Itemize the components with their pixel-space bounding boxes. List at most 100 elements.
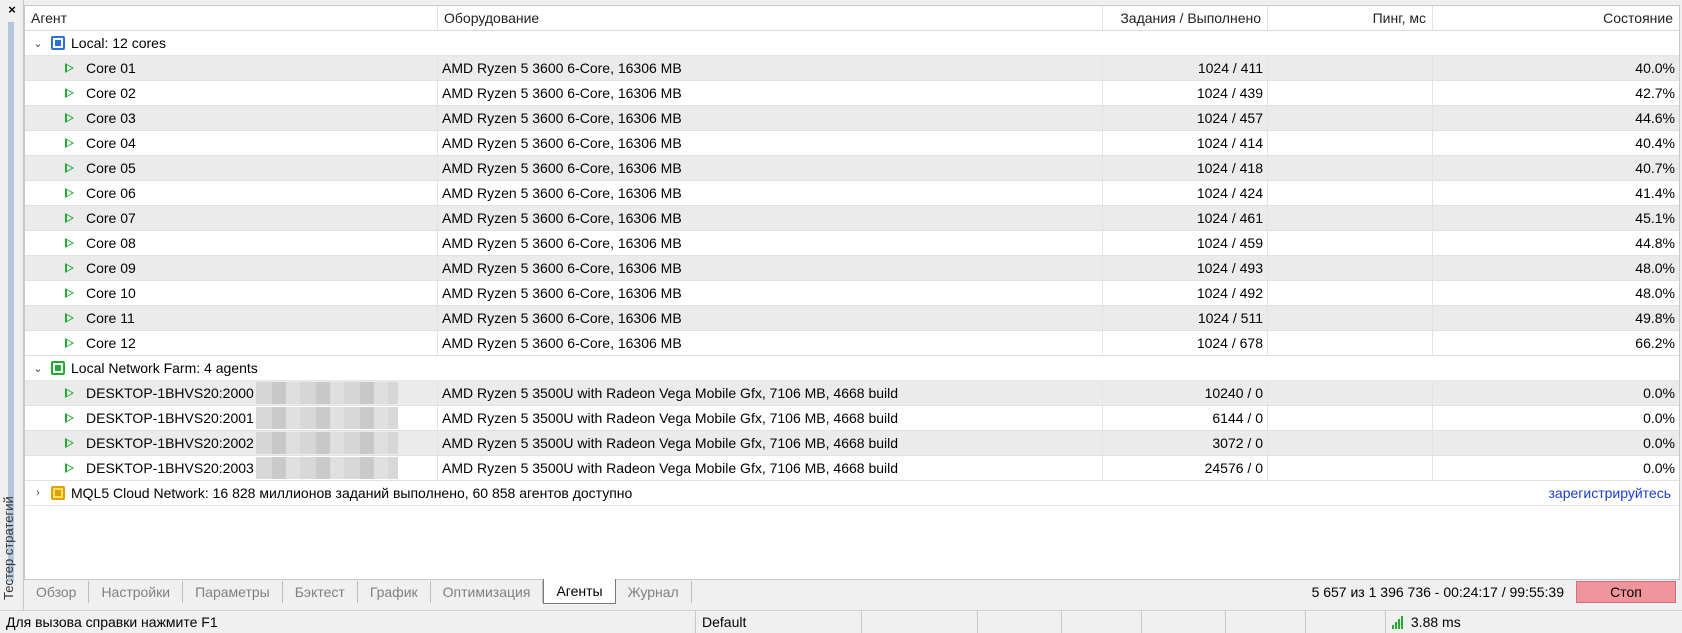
tab-3[interactable]: Бэктест [283,581,358,603]
hardware-cell: AMD Ryzen 5 3600 6-Core, 16306 MB [438,106,1103,130]
tab-7[interactable]: Журнал [616,581,692,603]
agent-name: Core 11 [86,310,135,326]
table-row[interactable]: Core 12 AMD Ryzen 5 3600 6-Core, 16306 MB… [25,331,1679,356]
redacted-area [255,407,398,429]
agent-cell: Core 02 [25,81,438,105]
play-icon [65,188,74,198]
column-header-state[interactable]: Состояние [1433,6,1679,30]
hardware-cell: AMD Ryzen 5 3500U with Radeon Vega Mobil… [438,456,1103,480]
tab-1[interactable]: Настройки [89,581,184,603]
table-row[interactable]: DESKTOP-1BHVS20:2003 AMD Ryzen 5 3500U wi… [25,456,1679,481]
play-icon [65,63,74,73]
ping-cell [1268,206,1433,230]
group-local[interactable]: ⌄ Local: 12 cores [25,31,1679,56]
tab-5[interactable]: Оптимизация [431,581,544,603]
agent-cell: DESKTOP-1BHVS20:2000 [25,381,438,405]
tab-2[interactable]: Параметры [183,581,283,603]
play-icon [65,113,74,123]
ping-cell [1268,231,1433,255]
agent-cell: DESKTOP-1BHVS20:2002 [25,431,438,455]
tasks-cell: 1024 / 411 [1103,56,1268,80]
agent-name: DESKTOP-1BHVS20:2003 [86,460,254,476]
hardware-cell: AMD Ryzen 5 3500U with Radeon Vega Mobil… [438,381,1103,405]
table-row[interactable]: Core 05 AMD Ryzen 5 3600 6-Core, 16306 MB… [25,156,1679,181]
play-icon [65,338,74,348]
chevron-right-icon[interactable]: › [31,487,45,499]
network-farm-icon [51,361,65,375]
panel-title: Тестер стратегий [1,496,16,600]
agent-name: Core 09 [86,260,136,276]
state-cell: 49.8% [1635,310,1675,326]
tasks-cell: 1024 / 511 [1103,306,1268,330]
farm-rows: DESKTOP-1BHVS20:2000 AMD Ryzen 5 3500U wi… [25,381,1679,481]
agent-cell: Core 07 [25,206,438,230]
table-row[interactable]: Core 09 AMD Ryzen 5 3600 6-Core, 16306 MB… [25,256,1679,281]
agent-cell: Core 01 [25,56,438,80]
play-icon [65,263,74,273]
table-row[interactable]: DESKTOP-1BHVS20:2001 AMD Ryzen 5 3500U wi… [25,406,1679,431]
play-icon [65,438,74,448]
close-icon[interactable]: × [4,2,20,18]
state-cell: 40.4% [1635,135,1675,151]
column-header-ping[interactable]: Пинг, мс [1268,6,1433,30]
table-row[interactable]: Core 04 AMD Ryzen 5 3600 6-Core, 16306 MB… [25,131,1679,156]
table-row[interactable]: Core 11 AMD Ryzen 5 3600 6-Core, 16306 MB… [25,306,1679,331]
status-connection[interactable]: 3.88 ms [1386,611,1682,633]
column-header-hardware[interactable]: Оборудование [438,6,1103,30]
hardware-cell: AMD Ryzen 5 3600 6-Core, 16306 MB [438,56,1103,80]
status-cell-empty-6 [1306,611,1386,633]
state-cell: 66.2% [1635,335,1675,351]
tester-tabs: Обзор Настройки Параметры Бэктест График Опти… [24,578,1680,604]
tasks-cell: 24576 / 0 [1103,456,1268,480]
table-row[interactable]: DESKTOP-1BHVS20:2002 AMD Ryzen 5 3500U wi… [25,431,1679,456]
status-cell-empty-5 [1226,611,1306,633]
agent-name: Core 03 [86,110,136,126]
ping-cell [1268,56,1433,80]
tab-0[interactable]: Обзор [24,581,90,603]
status-cell-empty-1 [862,611,978,633]
play-icon [65,238,74,248]
hardware-cell: AMD Ryzen 5 3600 6-Core, 16306 MB [438,331,1103,355]
agent-name: Core 06 [86,185,136,201]
tasks-cell: 1024 / 493 [1103,256,1268,280]
state-cell: 0.0% [1643,460,1675,476]
state-cell: 48.0% [1635,260,1675,276]
chevron-down-icon[interactable]: ⌄ [31,362,45,375]
agent-cell: Core 05 [25,156,438,180]
table-row[interactable]: Core 01 AMD Ryzen 5 3600 6-Core, 16306 MB… [25,56,1679,81]
state-cell: 45.1% [1635,210,1675,226]
agent-cell: Core 10 [25,281,438,305]
agent-cell: DESKTOP-1BHVS20:2003 [25,456,438,480]
column-header-agent[interactable]: Агент [25,6,438,30]
tab-6[interactable]: Агенты [543,578,616,604]
ping-cell [1268,156,1433,180]
agent-name: Core 12 [86,335,136,351]
table-row[interactable]: Core 02 AMD Ryzen 5 3600 6-Core, 16306 MB… [25,81,1679,106]
chevron-down-icon[interactable]: ⌄ [31,37,45,50]
tab-4[interactable]: График [358,581,431,603]
status-cell-empty-2 [978,611,1062,633]
table-row[interactable]: Core 07 AMD Ryzen 5 3600 6-Core, 16306 MB… [25,206,1679,231]
column-header-tasks[interactable]: Задания / Выполнено [1103,6,1268,30]
play-icon [65,313,74,323]
play-icon [65,88,74,98]
register-link[interactable]: зарегистрируйтесь [1548,485,1679,501]
ping-cell [1268,331,1433,355]
table-row[interactable]: DESKTOP-1BHVS20:2000 AMD Ryzen 5 3500U wi… [25,381,1679,406]
agent-name: DESKTOP-1BHVS20:2002 [86,435,254,451]
state-cell: 44.6% [1635,110,1675,126]
stop-button[interactable]: Стоп [1576,581,1676,603]
agent-name: Core 05 [86,160,136,176]
table-row[interactable]: Core 03 AMD Ryzen 5 3600 6-Core, 16306 MB… [25,106,1679,131]
group-farm[interactable]: ⌄ Local Network Farm: 4 agents [25,356,1679,381]
table-row[interactable]: Core 06 AMD Ryzen 5 3600 6-Core, 16306 MB… [25,181,1679,206]
group-cloud[interactable]: › MQL5 Cloud Network: 16 828 миллионов з… [25,481,1679,506]
table-row[interactable]: Core 08 AMD Ryzen 5 3600 6-Core, 16306 MB… [25,231,1679,256]
play-icon [65,288,74,298]
state-cell: 0.0% [1643,385,1675,401]
table-row[interactable]: Core 10 AMD Ryzen 5 3600 6-Core, 16306 MB… [25,281,1679,306]
status-cell-empty-3 [1062,611,1142,633]
agent-name: Core 02 [86,85,136,101]
hardware-cell: AMD Ryzen 5 3600 6-Core, 16306 MB [438,306,1103,330]
tasks-cell: 1024 / 439 [1103,81,1268,105]
